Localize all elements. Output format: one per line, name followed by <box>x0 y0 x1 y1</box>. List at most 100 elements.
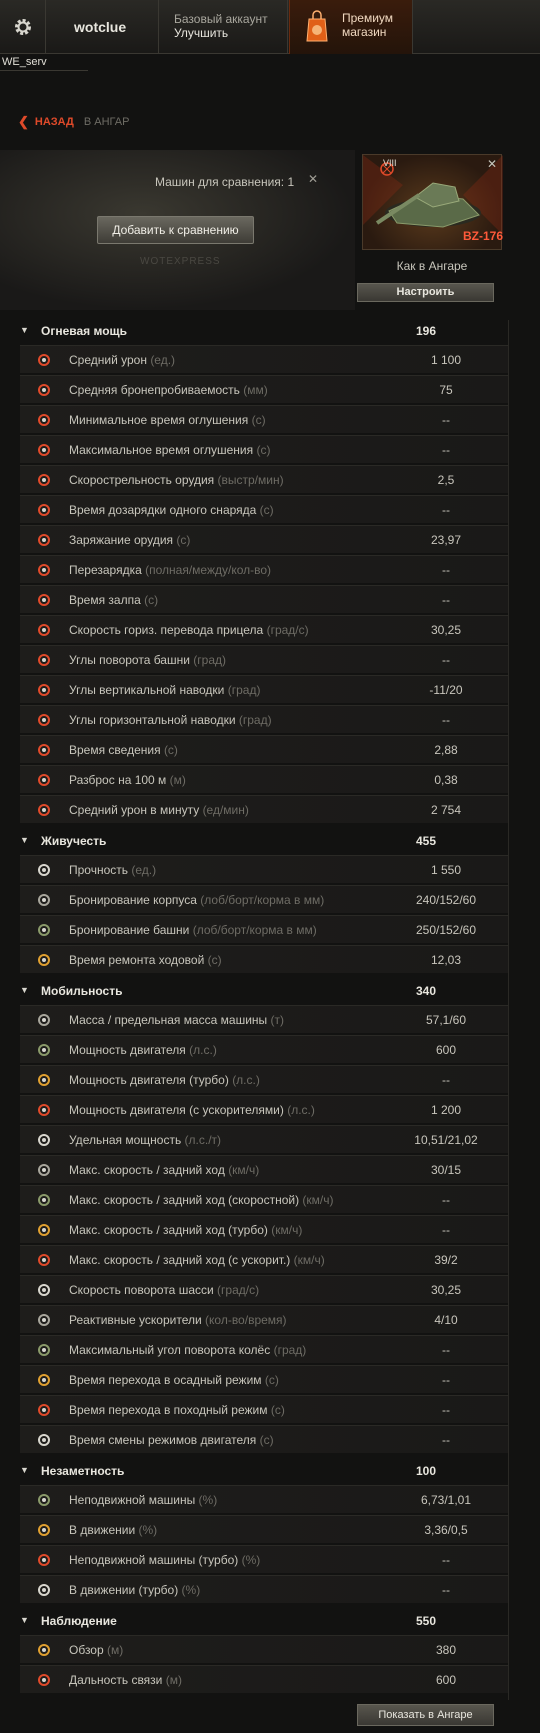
stat-value: -- <box>442 1403 450 1417</box>
stat-value: -- <box>442 413 450 427</box>
settings-button[interactable] <box>0 0 46 54</box>
stat-unit: (км/ч) <box>293 1253 325 1267</box>
divider <box>0 70 88 71</box>
stat-name: Удельная мощность <box>69 1133 182 1147</box>
engine-mode-icon <box>36 1433 52 1447</box>
stat-row: Углы вертикальной наводки (град) -11/20 <box>20 675 508 703</box>
stat-row: Средняя бронепробиваемость (мм) 75 <box>20 375 508 403</box>
section-header[interactable]: ▼ Живучесть 455 <box>0 825 508 855</box>
stat-value: 10,51/21,02 <box>414 1133 478 1147</box>
section-header[interactable]: ▼ Огневая мощь 196 <box>0 315 508 345</box>
stat-label: Бронирование башни (лоб/борт/корма в мм) <box>69 923 317 937</box>
stat-value: -- <box>442 1583 450 1597</box>
rate-of-fire-icon <box>36 473 52 487</box>
close-icon[interactable]: ✕ <box>487 157 497 171</box>
stat-name: Мощность двигателя (турбо) <box>69 1073 229 1087</box>
section-header[interactable]: ▼ Незаметность 100 <box>0 1455 508 1485</box>
stat-label: Время перехода в осадный режим (с) <box>69 1373 279 1387</box>
stat-name: Дальность связи <box>69 1673 163 1687</box>
stat-unit: (ед/мин) <box>202 803 249 817</box>
dpm-icon <box>36 803 52 817</box>
stat-row: Разброс на 100 м (м) 0,38 <box>20 765 508 793</box>
add-to-compare-button[interactable]: Добавить к сравнению <box>97 216 254 244</box>
stat-unit: (полная/между/кол-во) <box>145 563 272 577</box>
chevron-down-icon: ▼ <box>20 1465 29 1475</box>
stat-label: В движении (%) <box>69 1523 157 1537</box>
stat-name: Неподвижной машины (турбо) <box>69 1553 239 1567</box>
server-name: WE_serv <box>2 56 47 68</box>
rocket-booster-icon <box>36 1313 52 1327</box>
stat-unit: (%) <box>138 1523 158 1537</box>
stat-unit: (км/ч) <box>271 1223 303 1237</box>
show-in-garage-button[interactable]: Показать в Ангаре <box>357 1704 494 1726</box>
clear-compare-icon[interactable]: ✕ <box>308 172 318 186</box>
stat-row: Время ремонта ходовой (с) 12,03 <box>20 945 508 973</box>
account-panel[interactable]: Базовый аккаунт Улучшить <box>160 0 288 54</box>
stat-row: Время смены режимов двигателя (с) -- <box>20 1425 508 1453</box>
stat-unit: (лоб/борт/корма в мм) <box>200 893 325 907</box>
weight-icon <box>36 1013 52 1027</box>
stat-label: В движении (турбо) (%) <box>69 1583 200 1597</box>
stat-row: Реактивные ускорители (кол-во/время) 4/10 <box>20 1305 508 1333</box>
username-button[interactable]: wotclue <box>47 0 159 54</box>
stat-unit: (л.с.) <box>189 1043 217 1057</box>
stat-row: Заряжание орудия (с) 23,97 <box>20 525 508 553</box>
stat-row: В движении (турбо) (%) -- <box>20 1575 508 1603</box>
stat-unit: (град) <box>273 1343 307 1357</box>
stat-label: Дальность связи (м) <box>69 1673 182 1687</box>
premium-shop-button[interactable]: Премиум магазин <box>289 0 413 54</box>
stat-value: -- <box>442 1553 450 1567</box>
stat-value: 1 100 <box>430 353 462 367</box>
wheel-angle-icon <box>36 1343 52 1357</box>
stat-row: Удельная мощность (л.с./т) 10,51/21,02 <box>20 1125 508 1153</box>
section-header[interactable]: ▼ Наблюдение 550 <box>0 1605 508 1635</box>
stat-row: Масса / предельная масса машины (т) 57,1/… <box>20 1005 508 1033</box>
stat-value: 4/10 <box>434 1313 458 1327</box>
stat-label: Макс. скорость / задний ход (скоростной)… <box>69 1193 334 1207</box>
turret-angles-icon <box>36 653 52 667</box>
compare-count: Машин для сравнения: 1 <box>155 175 295 189</box>
dispersion-icon <box>36 773 52 787</box>
stat-label: Мощность двигателя (с ускорителями) (л.с… <box>69 1103 315 1117</box>
stat-value: -- <box>442 713 450 727</box>
stat-unit: (м) <box>107 1643 124 1657</box>
stat-unit: (с) <box>176 533 191 547</box>
stat-unit: (т) <box>270 1013 285 1027</box>
tank-name: BZ-176 <box>463 229 504 243</box>
stat-name: Перезарядка <box>69 563 142 577</box>
setup-button[interactable]: Настроить <box>357 283 494 302</box>
stat-name: Максимальный угол поворота колёс <box>69 1343 271 1357</box>
repair-icon <box>36 953 52 967</box>
stat-value: -- <box>442 1193 450 1207</box>
section-title: Незаметность <box>41 1464 125 1478</box>
stat-row: Средний урон (ед.) 1 100 <box>20 345 508 373</box>
stat-name: Макс. скорость / задний ход (скоростной) <box>69 1193 300 1207</box>
upgrade-link[interactable]: Улучшить <box>174 26 287 40</box>
stun-min-icon <box>36 413 52 427</box>
section-header[interactable]: ▼ Мобильность 340 <box>0 975 508 1005</box>
stat-value: -- <box>442 1223 450 1237</box>
stat-unit: (град/с) <box>217 1283 260 1297</box>
stat-row: Макс. скорость / задний ход (км/ч) 30/15 <box>20 1155 508 1183</box>
stat-label: Неподвижной машины (турбо) (%) <box>69 1553 260 1567</box>
top-bar: wotclue Базовый аккаунт Улучшить Премиум… <box>0 0 540 54</box>
hull-armor-icon <box>36 893 52 907</box>
back-link[interactable]: ❮ НАЗАД В АНГАР <box>18 114 129 130</box>
stat-row: Углы горизонтальной наводки (град) -- <box>20 705 508 733</box>
stat-name: В движении <box>69 1523 136 1537</box>
stat-label: Углы горизонтальной наводки (град) <box>69 713 272 727</box>
stat-unit: (с) <box>259 1433 274 1447</box>
stat-label: Средний урон в минуту (ед/мин) <box>69 803 249 817</box>
section-score: 196 <box>415 324 437 338</box>
stat-row: Время дозарядки одного снаряда (с) -- <box>20 495 508 523</box>
damage-icon <box>36 353 52 367</box>
stat-unit: (км/ч) <box>228 1163 260 1177</box>
stat-label: Время смены режимов двигателя (с) <box>69 1433 274 1447</box>
stat-value: -- <box>442 1073 450 1087</box>
stat-name: Реактивные ускорители <box>69 1313 202 1327</box>
stat-unit: (с) <box>270 1403 285 1417</box>
stat-name: Максимальное время оглушения <box>69 443 254 457</box>
hp-icon <box>36 863 52 877</box>
stat-row: Время перехода в походный режим (с) -- <box>20 1395 508 1423</box>
stat-unit: (л.с.) <box>232 1073 260 1087</box>
